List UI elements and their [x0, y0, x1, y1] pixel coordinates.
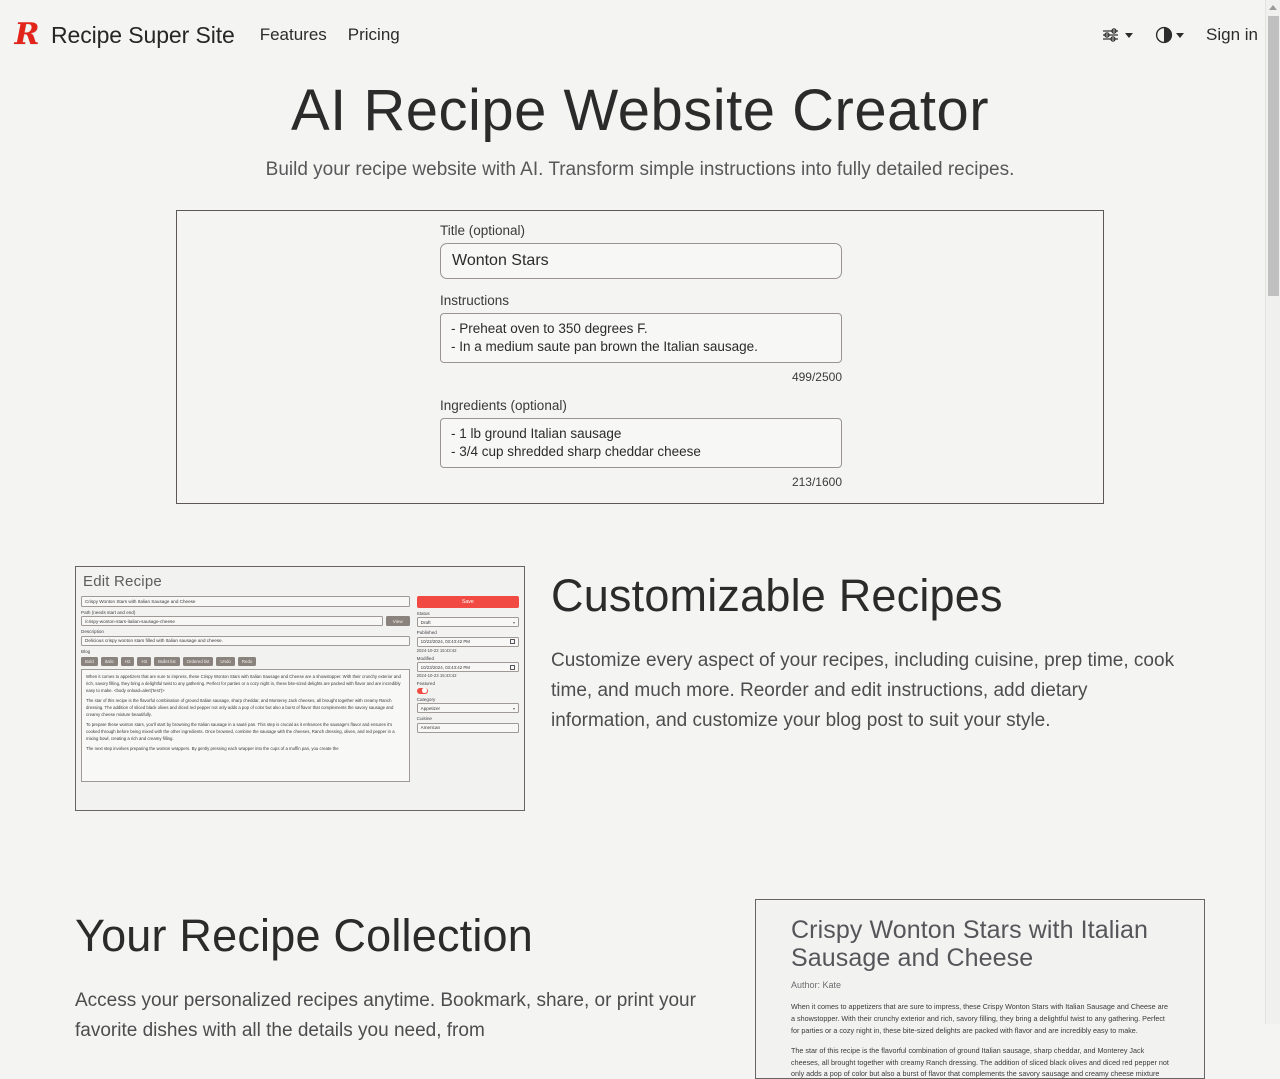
brand-link[interactable]: R Recipe Super Site [14, 18, 235, 52]
modified-raw-value: 2024-10-23 15:43:42 [416, 673, 457, 679]
sliders-icon [1103, 28, 1119, 42]
edit-recipe-screenshot: Edit Recipe Crispy Wonton Stars with Ita… [75, 565, 525, 811]
published-label: Published [416, 630, 437, 636]
featured-toggle[interactable] [416, 687, 428, 694]
calendar-icon [510, 664, 515, 670]
collection-body: Access your personalized recipes anytime… [75, 990, 696, 1042]
blog-paragraph: To prepare these wonton stars, you'll st… [86, 722, 395, 741]
category-select[interactable]: Appetizer ▾ [416, 703, 519, 714]
chevron-down-icon [1176, 32, 1185, 38]
recipe-card-author: Author: Kate [791, 980, 842, 991]
category-label: Category [416, 696, 436, 702]
recipe-collection-section: Your Recipe Collection Access your perso… [0, 898, 1280, 1079]
h3-button[interactable]: H3 [137, 656, 152, 667]
settings-dropdown-button[interactable] [1102, 27, 1134, 43]
blog-paragraph: When it comes to appetizers that are sur… [86, 674, 401, 693]
instructions-textarea[interactable]: - Preheat oven to 350 degrees F. - In a … [440, 312, 842, 363]
hero-section: AI Recipe Website Creator Build your rec… [0, 78, 1280, 181]
blog-paragraph: The star of this recipe is the flavorful… [86, 698, 394, 717]
logo-icon: R [14, 17, 40, 52]
instructions-char-counter: 499/2500 [791, 369, 842, 384]
published-value: 10/22/2024, 03:43:42 PM [420, 639, 470, 645]
modified-label: Modified [416, 655, 435, 661]
blog-label: Blog [81, 648, 91, 654]
ingredients-char-counter: 213/1600 [791, 474, 842, 489]
chevron-down-icon: ▾ [512, 619, 515, 625]
featured-label: Featured [416, 681, 436, 687]
nav-item-pricing[interactable]: Pricing [348, 25, 400, 45]
status-value: Draft [420, 619, 431, 625]
ingredients-textarea[interactable]: - 1 lb ground Italian sausage - 3/4 cup … [440, 417, 842, 468]
hero-subtitle: Build your recipe website with AI. Trans… [265, 158, 1015, 180]
published-raw-value: 2024-10-22 15:43:42 [416, 647, 457, 653]
half-circle-contrast-icon [1155, 26, 1173, 44]
category-value: Appetizer [420, 705, 441, 711]
cuisine-label: Cuisine [416, 716, 432, 722]
recipe-preview-card: Crispy Wonton Stars with Italian Sausage… [755, 898, 1205, 1079]
ingredients-label: Ingredients (optional) [440, 397, 567, 413]
status-select[interactable]: Draft ▾ [416, 617, 519, 628]
modified-datetime-input[interactable]: 10/23/2024, 03:43:42 PM [416, 662, 519, 673]
cuisine-input[interactable]: American [416, 722, 519, 733]
italic-button[interactable]: Italic [100, 656, 118, 667]
title-input[interactable] [440, 242, 842, 279]
editor-toolbar: Bold Italic H2 H3 Bullet list Ordered li… [81, 656, 410, 667]
collection-heading: Your Recipe Collection [75, 909, 534, 961]
recipe-card-paragraph: The star of this recipe is the flavorful… [791, 1046, 1169, 1079]
ordered-list-button[interactable]: Ordered list [182, 656, 214, 667]
sign-in-link[interactable]: Sign in [1206, 25, 1258, 45]
save-button[interactable]: Save [416, 595, 519, 608]
calendar-icon [510, 639, 515, 645]
published-datetime-input[interactable]: 10/22/2024, 03:43:42 PM [416, 636, 519, 647]
primary-nav: Features Pricing [260, 25, 400, 45]
navbar-actions: Sign in [1102, 25, 1258, 45]
recipe-card-paragraph: When it comes to appetizers that are sur… [791, 1002, 1168, 1035]
recipe-card-title: Crispy Wonton Stars with Italian Sausage… [791, 915, 1149, 973]
chevron-down-icon: ▾ [512, 705, 515, 711]
edit-recipe-heading: Edit Recipe [83, 572, 162, 590]
feature-body: Customize every aspect of your recipes, … [551, 650, 1175, 732]
theme-dropdown-button[interactable] [1155, 26, 1185, 44]
chevron-down-icon [1125, 32, 1134, 38]
title-label: Title (optional) [440, 222, 526, 238]
status-label: Status [416, 610, 430, 616]
page-title: AI Recipe Website Creator [290, 78, 990, 143]
recipe-generator-form: Title (optional) Instructions - Preheat … [176, 209, 1104, 504]
scroll-up-arrow-icon[interactable] [1266, 0, 1280, 14]
feature-heading: Customizable Recipes [551, 569, 1003, 621]
bullet-list-button[interactable]: Bullet list [154, 656, 180, 667]
h2-button[interactable]: H2 [120, 656, 135, 667]
brand-name: Recipe Super Site [51, 21, 235, 48]
path-input[interactable]: /crispy-wonton-stars-italian-sausage-che… [81, 616, 383, 627]
feature-copy: Customizable Recipes Customize every asp… [551, 566, 1191, 737]
page-scrollbar[interactable] [1265, 0, 1280, 1024]
view-button[interactable]: View [385, 616, 410, 627]
description-label: Description [81, 629, 104, 635]
redo-button[interactable]: Redo [237, 656, 257, 667]
scrollbar-thumb[interactable] [1268, 16, 1279, 296]
customizable-recipes-section: Edit Recipe Crispy Wonton Stars with Ita… [0, 565, 1280, 811]
path-label: Path (needs start and end) [81, 609, 136, 615]
bold-button[interactable]: Bold [81, 656, 98, 667]
nav-item-features[interactable]: Features [260, 25, 327, 45]
undo-button[interactable]: Undo [216, 656, 235, 667]
modified-value: 10/23/2024, 03:43:42 PM [420, 664, 470, 670]
top-navbar: R Recipe Super Site Features Pricing Sig… [0, 0, 1280, 70]
instructions-label: Instructions [440, 292, 510, 308]
description-input[interactable]: Delicious crispy wonton stars filled wit… [81, 635, 410, 646]
collection-copy: Your Recipe Collection Access your perso… [75, 899, 719, 1047]
recipe-name-input[interactable]: Crispy Wonton Stars with Italian Sausage… [81, 595, 410, 607]
blog-editor[interactable]: When it comes to appetizers that are sur… [81, 669, 410, 783]
blog-paragraph: The next step involves preparing the won… [86, 746, 339, 752]
